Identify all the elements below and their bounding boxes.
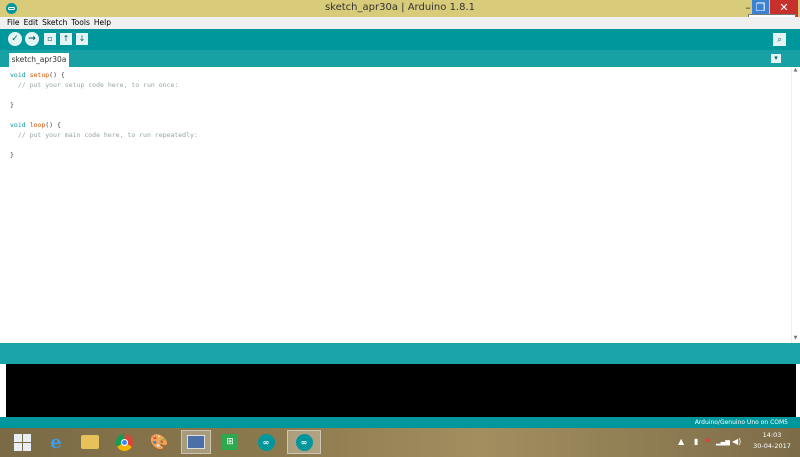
title-bar: sketch_apr30a | Arduino 1.8.1 – ❐ ✕ bbox=[0, 0, 800, 17]
show-hidden-icons-icon[interactable]: ▲ bbox=[678, 437, 684, 446]
scroll-down-icon[interactable]: ▼ bbox=[792, 335, 799, 342]
network-signal-icon[interactable]: ▂▄▆ bbox=[716, 439, 730, 446]
clock-time: 14:03 bbox=[762, 431, 782, 439]
clock-date: 30-04-2017 bbox=[753, 442, 791, 450]
vertical-scrollbar[interactable] bbox=[791, 67, 800, 343]
status-bar bbox=[0, 343, 800, 364]
chrome-icon[interactable] bbox=[112, 430, 136, 454]
paint-icon[interactable]: 🎨 bbox=[147, 430, 171, 454]
verify-icon[interactable]: ✓ bbox=[8, 32, 22, 46]
tab-menu-icon[interactable]: ▾ bbox=[771, 54, 781, 63]
menu-file[interactable]: File bbox=[7, 17, 20, 29]
code-editor[interactable]: void setup() { // put your setup code he… bbox=[0, 67, 800, 343]
code-keyword: void bbox=[10, 71, 26, 79]
menu-sketch[interactable]: Sketch bbox=[42, 17, 67, 29]
arduino-active-taskbar-icon[interactable]: ∞ bbox=[287, 430, 321, 454]
serial-monitor-icon[interactable]: ⌕ bbox=[773, 33, 786, 46]
menu-tools[interactable]: Tools bbox=[71, 17, 89, 29]
toolbar: ✓ → ▫ ↑ ↓ ⌕ bbox=[0, 29, 800, 50]
windows-logo-icon bbox=[13, 433, 31, 451]
code-line: // put your main code here, to run repea… bbox=[10, 130, 198, 140]
open-sketch-icon[interactable]: ↑ bbox=[60, 33, 72, 45]
code-function: loop bbox=[29, 121, 46, 129]
code-line: } bbox=[10, 150, 14, 160]
code-text: () { bbox=[49, 71, 65, 79]
tab-bar: sketch_apr30a ▾ bbox=[0, 50, 800, 67]
store-icon[interactable]: ⊞ bbox=[218, 430, 242, 454]
code-text: } bbox=[10, 101, 14, 109]
code-line: // put your setup code here, to run once… bbox=[10, 80, 178, 90]
menu-bar: File Edit Sketch Tools Help bbox=[0, 17, 800, 29]
scroll-up-icon[interactable]: ▲ bbox=[792, 67, 799, 74]
start-button[interactable] bbox=[10, 430, 34, 454]
menu-help[interactable]: Help bbox=[94, 17, 111, 29]
code-line: } bbox=[10, 100, 14, 110]
battery-icon[interactable]: ▮ bbox=[694, 437, 698, 446]
file-explorer-icon[interactable] bbox=[78, 430, 102, 454]
volume-icon[interactable]: ◀) bbox=[732, 437, 741, 446]
window-title: sketch_apr30a | Arduino 1.8.1 bbox=[324, 2, 476, 13]
code-comment: // put your setup code here, to run once… bbox=[10, 81, 179, 89]
code-keyword: void bbox=[10, 121, 26, 129]
arduino-taskbar-icon[interactable]: ∞ bbox=[254, 430, 278, 454]
menu-edit[interactable]: Edit bbox=[24, 17, 39, 29]
tab-sketch[interactable]: sketch_apr30a bbox=[9, 53, 69, 67]
upload-icon[interactable]: → bbox=[25, 32, 39, 46]
action-center-flag-icon[interactable]: ⚑ bbox=[704, 437, 711, 446]
code-function: setup bbox=[29, 71, 50, 79]
taskbar-clock[interactable]: 14:03 30-04-2017 bbox=[752, 430, 792, 452]
board-status-bar: Arduino/Genuino Uno on COM5 bbox=[0, 417, 800, 428]
code-line: void setup() { bbox=[10, 70, 65, 80]
code-text: () { bbox=[45, 121, 61, 129]
internet-explorer-icon[interactable]: e bbox=[44, 430, 68, 454]
save-sketch-icon[interactable]: ↓ bbox=[76, 33, 88, 45]
code-text: } bbox=[10, 151, 14, 159]
new-sketch-icon[interactable]: ▫ bbox=[44, 33, 56, 45]
board-port-label: Arduino/Genuino Uno on COM5 bbox=[694, 419, 788, 426]
desktop-app-icon[interactable] bbox=[181, 430, 211, 454]
code-line: void loop() { bbox=[10, 120, 61, 130]
code-comment: // put your main code here, to run repea… bbox=[10, 131, 198, 139]
console-output[interactable] bbox=[6, 364, 796, 417]
